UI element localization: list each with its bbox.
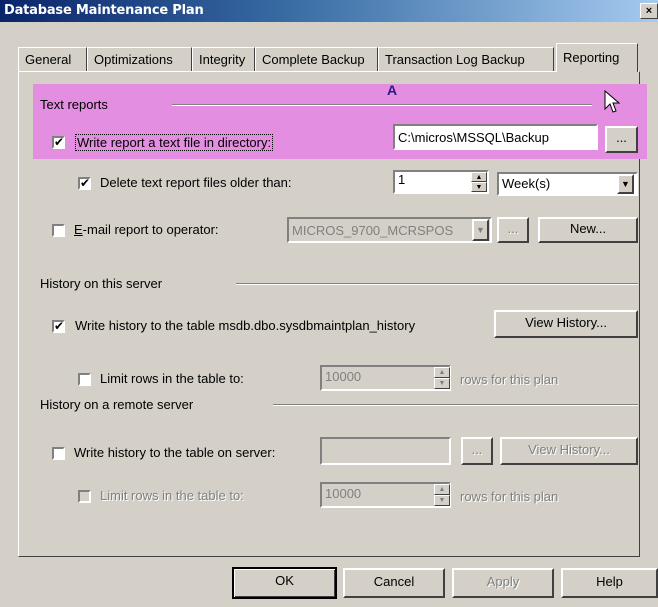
spin-down-icon: ▼ [434,378,450,389]
tab-reporting[interactable]: Reporting [556,43,638,72]
tab-general[interactable]: General [18,47,87,71]
spin-down-icon[interactable]: ▼ [471,182,487,192]
browse-operator-button: ... [497,217,529,243]
text-reports-group-label: Text reports [40,97,108,112]
report-directory-input[interactable]: C:\micros\MSSQL\Backup [393,124,598,150]
remote-history-checkbox[interactable] [52,447,65,460]
window-title: Database Maintenance Plan [4,3,204,18]
apply-button: Apply [452,568,554,598]
limit-rows-input: 10000 [320,365,451,391]
history-local-group-label: History on this server [40,276,163,291]
help-button[interactable]: Help [561,568,658,598]
email-report-label: E-mail report to operator: [74,222,219,237]
email-report-checkbox[interactable] [52,224,65,237]
annotation-label: A [387,82,398,98]
tab-integrity[interactable]: Integrity [192,47,255,71]
limit-rows-checkbox[interactable] [78,373,91,386]
tab-complete-backup[interactable]: Complete Backup [255,47,378,71]
tab-optimizations[interactable]: Optimizations [87,47,192,71]
remote-rows-suffix-label: rows for this plan [460,489,559,504]
history-remote-group-label: History on a remote server [40,397,194,412]
limit-rows-label: Limit rows in the table to: [100,371,244,386]
browse-server-button: ... [461,437,493,465]
delete-unit-value: Week(s) [502,176,551,191]
ok-button[interactable]: OK [232,567,337,599]
new-operator-button[interactable]: New... [538,217,638,243]
divider [236,283,638,285]
operator-value: MICROS_9700_MCRSPOS [292,223,454,238]
spin-up-icon: ▲ [434,367,450,378]
delete-reports-checkbox[interactable] [78,176,91,190]
cancel-button[interactable]: Cancel [343,568,445,598]
remote-limit-rows-checkbox [78,490,91,503]
spin-up-icon: ▲ [434,484,450,495]
view-history-button[interactable]: View History... [494,310,638,338]
close-button[interactable]: × [640,3,658,19]
browse-directory-button[interactable]: ... [605,126,638,153]
spin-up-icon[interactable]: ▲ [471,172,487,182]
divider [273,404,638,406]
remote-view-history-button: View History... [500,437,638,465]
remote-limit-rows-input: 10000 [320,482,451,508]
tab-transaction-log-backup[interactable]: Transaction Log Backup [378,47,554,71]
chevron-down-icon: ▼ [472,219,489,241]
remote-history-label: Write history to the table on server: [74,445,276,460]
chevron-down-icon[interactable]: ▼ [617,174,634,194]
mouse-cursor-icon [604,89,621,113]
write-history-checkbox[interactable] [52,319,65,333]
rows-suffix-label: rows for this plan [460,372,559,387]
remote-limit-rows-label: Limit rows in the table to: [100,488,244,503]
write-report-checkbox[interactable] [52,135,65,149]
write-report-label: Write report a text file in directory: [75,134,274,151]
write-history-label: Write history to the table msdb.dbo.sysd… [75,318,416,333]
spin-down-icon: ▼ [434,495,450,506]
operator-select: MICROS_9700_MCRSPOS [287,217,492,243]
divider [172,104,592,106]
delete-reports-label: Delete text report files older than: [100,175,292,190]
remote-server-input [320,437,451,465]
